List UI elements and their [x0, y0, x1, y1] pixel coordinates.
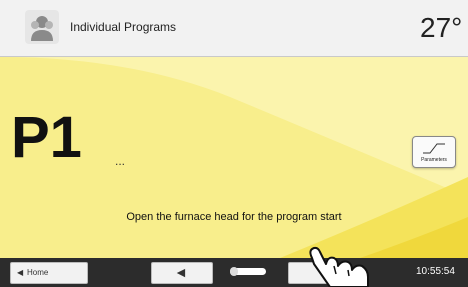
- user-icon: [25, 10, 59, 44]
- program-suffix: ...: [115, 154, 126, 168]
- temperature-display: 27°: [420, 12, 463, 43]
- header-bar: Individual Programs 27°: [0, 0, 468, 57]
- program-name[interactable]: P1: [11, 109, 82, 167]
- home-label: Home: [27, 268, 49, 277]
- chevron-left-icon: ◀: [17, 268, 24, 277]
- scroll-indicator-knob[interactable]: [230, 267, 238, 276]
- back-button[interactable]: ◄: [151, 262, 213, 284]
- arrow-left-icon: ◄: [174, 264, 188, 280]
- program-display-area: P1 ... Parameters Open the furnace head …: [0, 57, 468, 258]
- parameters-label: Parameters: [421, 157, 447, 163]
- page-title: Individual Programs: [70, 20, 177, 34]
- parameters-button[interactable]: Parameters: [412, 136, 456, 168]
- home-button[interactable]: ◀ Home: [10, 262, 88, 284]
- furnace-screen: Individual Programs 27° P1 ... Parameter…: [0, 0, 468, 287]
- pointing-hand-icon: [309, 246, 369, 287]
- status-message: Open the furnace head for the program st…: [126, 211, 342, 223]
- footer-bar: ◀ Home ◄ 10:55:54: [0, 258, 468, 287]
- clock: 10:55:54: [416, 266, 455, 277]
- firing-curve-icon: [423, 143, 445, 154]
